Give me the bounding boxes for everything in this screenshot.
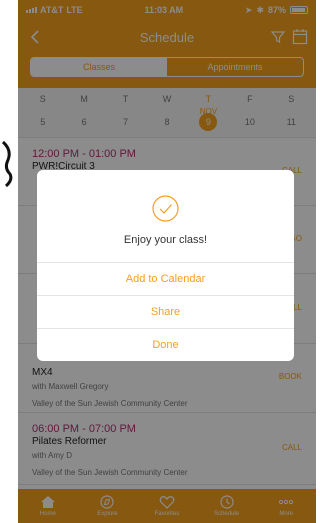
- checkmark-icon: [152, 195, 179, 222]
- add-to-calendar-button[interactable]: Add to Calendar: [37, 262, 294, 295]
- dialog-message: Enjoy your class!: [123, 234, 208, 246]
- page-edge-mark: [0, 138, 14, 188]
- share-button[interactable]: Share: [37, 295, 294, 328]
- confirmation-dialog: Enjoy your class! Add to Calendar Share …: [37, 170, 294, 361]
- done-button[interactable]: Done: [37, 328, 294, 361]
- phone-screen: AT&T LTE 11:03 AM ➤ ✱ 87% Schedule Class…: [18, 0, 316, 523]
